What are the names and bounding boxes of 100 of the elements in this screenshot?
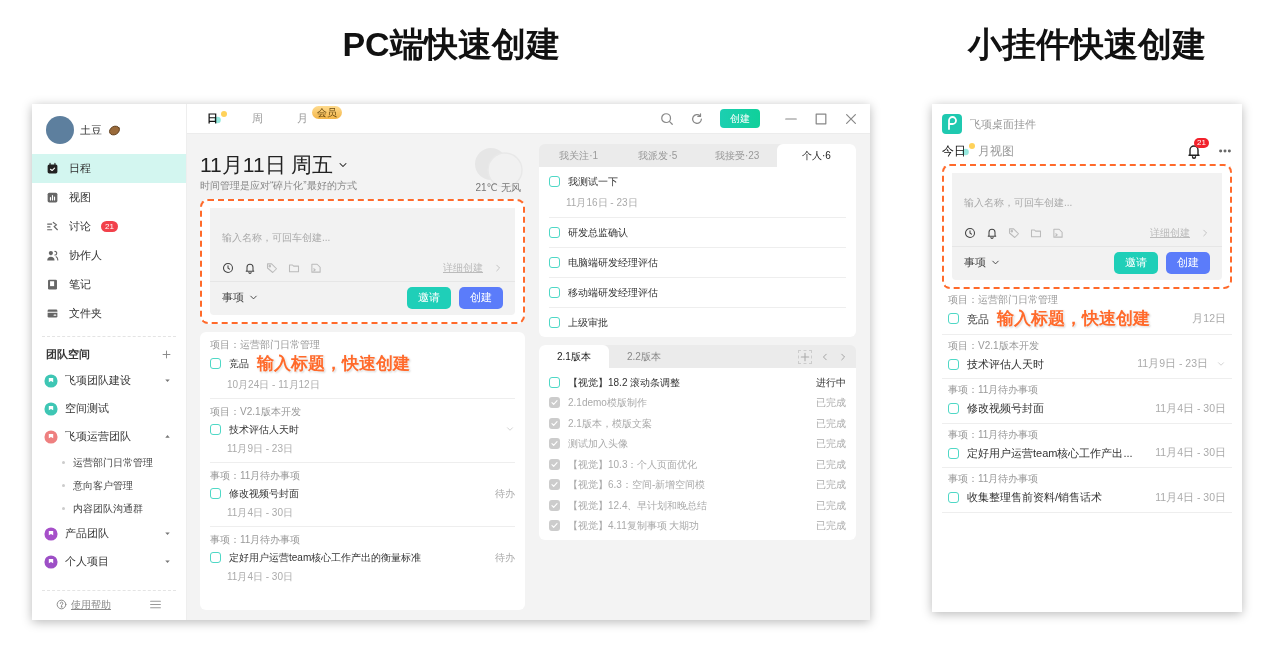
menu-icon[interactable]	[149, 598, 162, 611]
checked-checkbox[interactable]	[549, 397, 560, 409]
task-title: 竞品	[967, 311, 989, 327]
checkbox[interactable]	[948, 313, 959, 325]
clock-icon[interactable]	[964, 226, 976, 239]
sub-item[interactable]: 意向客户管理	[32, 473, 186, 497]
maximize-icon[interactable]	[814, 111, 828, 126]
widget-title: 飞项桌面挂件	[970, 116, 1036, 132]
checkbox[interactable]	[948, 403, 959, 414]
task-category: 项目：运营部门日常管理	[948, 292, 1059, 306]
team-item[interactable]: 飞项运营团队	[32, 422, 186, 451]
view-tab[interactable]: 日	[207, 110, 228, 127]
checkbox[interactable]	[210, 487, 221, 499]
checked-checkbox[interactable]	[549, 438, 560, 450]
bell-icon[interactable]	[986, 226, 998, 239]
checked-checkbox[interactable]	[549, 479, 560, 491]
refresh-icon[interactable]	[690, 111, 704, 126]
annotation-text: 输入标题，快速创建	[997, 309, 1150, 328]
checkbox[interactable]	[549, 287, 560, 298]
task-title: 【视觉】4.11复制事项 大期功	[568, 519, 701, 534]
task-category: 项目：V2.1版本开发	[948, 338, 1040, 352]
team-item[interactable]: 个人项目	[32, 547, 186, 576]
task-category: 事项：11月待办事项	[210, 468, 302, 482]
task-title: 收集整理售前资料/销售话术	[967, 490, 1103, 506]
task-status: 已完成	[816, 416, 846, 431]
help-link[interactable]: 使用帮助	[56, 597, 111, 612]
type-dropdown[interactable]: 事项	[222, 290, 259, 306]
section-heading: 小挂件快速创建	[966, 24, 1207, 65]
nav-item[interactable]: 协作人	[32, 241, 186, 270]
create-button[interactable]: 创建	[459, 287, 503, 309]
checkbox[interactable]	[948, 492, 959, 503]
task-title: 移动端研发经理评估	[568, 286, 658, 300]
task-status: 待办	[495, 550, 515, 565]
chevron-left-icon[interactable]	[820, 351, 830, 362]
task-status: 已完成	[816, 519, 846, 534]
checked-checkbox[interactable]	[549, 520, 560, 532]
tag-icon[interactable]	[266, 261, 278, 274]
potato-icon	[108, 123, 121, 137]
task-status: 已完成	[816, 478, 846, 493]
avatar[interactable]	[46, 116, 74, 144]
bell-icon[interactable]	[1186, 143, 1202, 160]
clock-icon[interactable]	[222, 261, 234, 274]
checked-checkbox[interactable]	[549, 499, 560, 511]
checkbox[interactable]	[210, 551, 221, 563]
section-title: 团队空间	[46, 347, 90, 362]
bell-icon[interactable]	[244, 261, 256, 274]
task-date: 11月9日 - 23日	[226, 441, 294, 456]
checked-checkbox[interactable]	[549, 417, 560, 429]
tab-indicator-icon	[962, 142, 976, 156]
file-icon[interactable]	[310, 261, 322, 274]
checkbox[interactable]	[549, 317, 560, 328]
team-item[interactable]: 产品团队	[32, 519, 186, 548]
checkbox[interactable]	[948, 447, 959, 459]
task-status: 已完成	[816, 498, 846, 513]
search-icon[interactable]	[660, 111, 674, 126]
chevron-right-icon[interactable]	[493, 262, 503, 273]
checkbox[interactable]	[210, 358, 221, 370]
task-status: 待办	[495, 486, 515, 501]
chevron-down-icon[interactable]	[1216, 359, 1226, 369]
nav-label: 协作人	[69, 247, 102, 263]
close-icon[interactable]	[844, 111, 858, 126]
view-tab[interactable]: 今日	[942, 142, 978, 160]
file-icon[interactable]	[1052, 226, 1064, 239]
tag-icon[interactable]	[1008, 226, 1020, 239]
checkbox[interactable]	[549, 257, 560, 268]
task-title: 修改视频号封面	[229, 486, 299, 501]
checkbox[interactable]	[948, 358, 959, 370]
sub-item[interactable]: 内容团队沟通群	[32, 496, 186, 520]
task-title: 我测试一下	[568, 175, 618, 189]
checkbox[interactable]	[549, 176, 560, 187]
nav-item[interactable]: 笔记	[32, 270, 186, 299]
date-selector[interactable]: 11月11日 周五	[200, 152, 357, 178]
add-icon[interactable]	[161, 349, 172, 361]
team-item[interactable]: 空间测试	[32, 394, 186, 423]
task-date: 10月24日 - 11月12日	[226, 377, 321, 392]
chevron-right-icon[interactable]	[838, 351, 848, 362]
checkbox[interactable]	[210, 423, 221, 435]
notebook-icon	[46, 278, 59, 291]
checked-checkbox[interactable]	[549, 458, 560, 470]
task-date: 11月4日 - 30日	[1155, 489, 1226, 505]
nav-item[interactable]: 讨论 21	[32, 212, 186, 241]
add-icon[interactable]	[798, 349, 812, 364]
filter-tab[interactable]: 个人·6	[776, 144, 856, 167]
task-category: 事项：11月待办事项	[948, 427, 1040, 441]
create-button[interactable]: 创建	[1166, 252, 1210, 274]
version-tab[interactable]: 2.1版本	[539, 345, 609, 368]
task-status: 已完成	[816, 396, 846, 411]
nav-item[interactable]: 日程	[32, 154, 186, 183]
app-logo-icon	[942, 114, 962, 134]
help-icon	[56, 599, 67, 610]
checkbox[interactable]	[549, 227, 560, 238]
nav-item[interactable]: 视图	[32, 183, 186, 212]
user-name: 土豆	[80, 122, 102, 138]
chevron-right-icon[interactable]	[1200, 227, 1210, 238]
task-title: 技术评估人天时	[229, 422, 299, 437]
nav-item[interactable]: 文件夹	[32, 299, 186, 328]
sub-item[interactable]: 运营部门日常管理	[32, 450, 186, 474]
checkbox[interactable]	[549, 376, 560, 388]
type-dropdown[interactable]: 事项	[964, 255, 1001, 271]
team-item[interactable]: 飞项团队建设	[32, 366, 186, 395]
